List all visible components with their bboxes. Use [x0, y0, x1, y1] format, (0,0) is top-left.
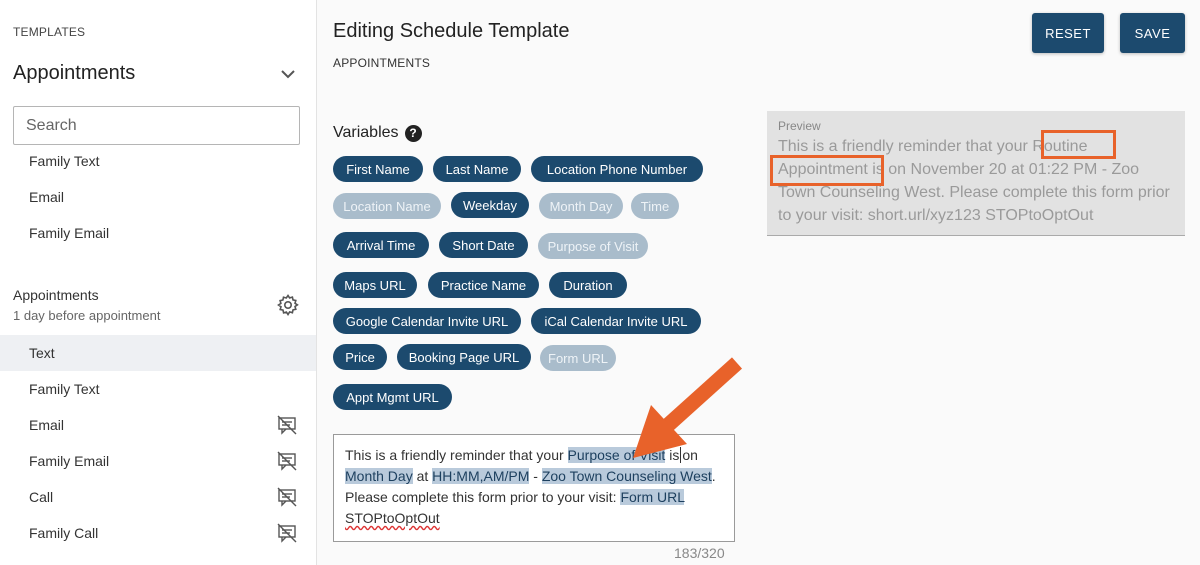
sidebar-item-email[interactable]: Email [0, 179, 316, 215]
template-category-title[interactable]: Appointments [13, 62, 135, 85]
editor-token-time[interactable]: HH:MM,AM/PM [432, 468, 530, 484]
variable-chip-location-name: Location Name [333, 193, 441, 219]
variable-chip-booking-page-url[interactable]: Booking Page URL [397, 344, 531, 370]
gear-icon[interactable] [276, 293, 300, 317]
variable-chip-location-phone-number[interactable]: Location Phone Number [531, 156, 703, 182]
variable-chip-arrival-time[interactable]: Arrival Time [333, 232, 429, 258]
variable-chip-duration[interactable]: Duration [549, 272, 627, 298]
sidebar-item-label: Family Text [29, 381, 100, 397]
variable-chip-month-day: Month Day [539, 193, 623, 219]
editor-token-location-name[interactable]: Zoo Town Counseling West [541, 468, 712, 484]
search-input[interactable] [13, 106, 300, 145]
variable-chip-short-date[interactable]: Short Date [439, 232, 528, 258]
variables-heading-label: Variables [333, 124, 399, 141]
page-subtitle: APPOINTMENTS [333, 56, 431, 70]
sidebar-item-family-email[interactable]: Family Email [0, 215, 316, 251]
sidebar-item-text[interactable]: Text [0, 335, 316, 371]
sidebar-item-label: Call [29, 489, 54, 505]
editor-text: - [529, 468, 542, 484]
save-button[interactable]: SAVE [1120, 13, 1185, 53]
sidebar-group-header: Appointments 1 day before appointment [13, 287, 303, 323]
variable-chip-form-url: Form URL [540, 345, 616, 371]
variable-chip-practice-name[interactable]: Practice Name [428, 272, 539, 298]
sidebar-item-family-text[interactable]: Family Text [0, 143, 316, 179]
sidebar-item-label: Family Call [29, 525, 99, 541]
help-icon[interactable]: ? [404, 124, 422, 142]
variable-chip-google-calendar-invite-url[interactable]: Google Calendar Invite URL [333, 308, 521, 334]
annotation-highlight-box [1041, 130, 1116, 159]
variables-heading: Variables ? [333, 124, 422, 142]
message-off-icon [277, 487, 297, 507]
sidebar-group-subtitle: 1 day before appointment [13, 308, 161, 323]
editor-opt-out-text: STOPtoOptOut [345, 510, 440, 526]
variable-chip-appt-mgmt-url[interactable]: Appt Mgmt URL [333, 384, 452, 410]
editor-token-purpose-of-visit[interactable]: Purpose of Visit [567, 447, 666, 463]
variable-chip-maps-url[interactable]: Maps URL [333, 272, 417, 298]
editor-token-form-url[interactable]: Form URL [620, 489, 685, 505]
sidebar-group-name: Appointments [13, 287, 99, 303]
editor-text: is [665, 447, 680, 463]
message-editor[interactable]: This is a friendly reminder that your Pu… [333, 434, 735, 542]
message-off-icon [277, 451, 297, 471]
sidebar-item-label: Family Email [29, 453, 110, 469]
sidebar: TEMPLATES Appointments Family Text Email… [0, 0, 317, 565]
message-off-icon [277, 523, 297, 543]
sidebar-item-family-email-2[interactable]: Family Email [0, 443, 316, 479]
sidebar-caption: TEMPLATES [13, 25, 86, 39]
sidebar-item-call[interactable]: Call [0, 479, 316, 515]
annotation-highlight-box [770, 155, 884, 186]
editor-text: This is a friendly reminder that your [345, 447, 568, 463]
message-off-icon [277, 415, 297, 435]
variable-chip-last-name[interactable]: Last Name [433, 156, 521, 182]
character-counter: 183/320 [674, 545, 725, 561]
sidebar-item-email-2[interactable]: Email [0, 407, 316, 443]
editor-text: at [412, 468, 433, 484]
sidebar-item-family-call[interactable]: Family Call [0, 515, 316, 551]
variable-chip-first-name[interactable]: First Name [333, 156, 423, 182]
variable-chip-weekday[interactable]: Weekday [451, 192, 529, 218]
editor-text: on [682, 447, 698, 463]
reset-button[interactable]: RESET [1032, 13, 1104, 53]
variable-chip-purpose-of-visit: Purpose of Visit [538, 233, 648, 259]
editor-token-month-day[interactable]: Month Day [345, 468, 413, 484]
variable-chip-time: Time [631, 193, 679, 219]
app-root: TEMPLATES Appointments Family Text Email… [0, 0, 1200, 565]
sidebar-item-label: Email [29, 417, 65, 433]
chevron-down-icon[interactable] [278, 64, 298, 84]
variable-chip-price[interactable]: Price [333, 344, 387, 370]
variable-chip-ical-calendar-invite-url[interactable]: iCal Calendar Invite URL [531, 308, 701, 334]
sidebar-item-label: Text [29, 345, 55, 361]
sidebar-item-family-text-2[interactable]: Family Text [0, 371, 316, 407]
page-title: Editing Schedule Template [333, 20, 570, 42]
